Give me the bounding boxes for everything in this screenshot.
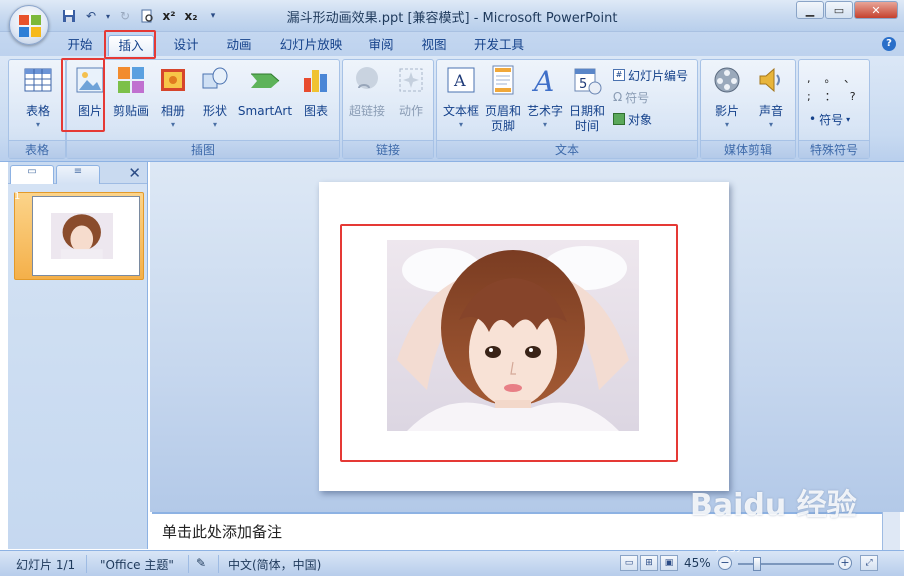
speaker-icon <box>759 67 780 93</box>
group-table: 表格 ▾ 表格 <box>8 59 66 159</box>
tab-review[interactable]: 审阅 <box>361 35 401 56</box>
baidu-watermark: Baidu 经验 <box>690 488 857 523</box>
textbox-button[interactable]: A 文本框 ▾ <box>441 64 481 131</box>
hyperlink-icon <box>356 67 378 89</box>
inserted-photo[interactable] <box>387 240 639 431</box>
object-button[interactable]: 对象 <box>613 110 652 128</box>
slide-number-button[interactable]: # 幻灯片编号 <box>613 66 688 84</box>
film-reel-icon <box>714 67 740 93</box>
wordart-icon: A <box>531 65 554 98</box>
office-logo-icon <box>19 15 41 37</box>
chart-icon <box>304 70 327 92</box>
slide-canvas[interactable] <box>319 182 729 491</box>
picture-icon <box>76 67 104 93</box>
tab-view[interactable]: 视图 <box>414 35 454 56</box>
group-text-label: 文本 <box>437 140 697 158</box>
table-icon <box>24 68 52 92</box>
wordart-button[interactable]: A 艺术字 ▾ <box>525 64 565 131</box>
close-button[interactable]: ✕ <box>854 1 898 19</box>
slides-tab[interactable]: ▭ <box>10 165 54 184</box>
smartart-icon <box>251 73 280 88</box>
zoom-in-button[interactable]: + <box>838 556 852 570</box>
window-title: 漏斗形动画效果.ppt [兼容模式] - Microsoft PowerPoin… <box>286 11 618 26</box>
symbol-dot-icon: • <box>809 112 817 126</box>
calendar-icon: 5 <box>574 68 602 95</box>
spellcheck-icon[interactable]: ✎ <box>196 556 206 570</box>
smartart-button[interactable]: SmartArt <box>237 64 293 119</box>
close-pane-icon[interactable]: ✕ <box>128 164 141 182</box>
sound-button[interactable]: 声音 ▾ <box>751 64 791 131</box>
action-icon <box>399 68 423 92</box>
slide-thumbnail[interactable]: 1 <box>14 191 144 280</box>
picture-button[interactable]: 图片 <box>71 64 109 119</box>
status-bar: 幻灯片 1/1 "Office 主题" ✎ 中文(简体，中国) ▭ ⊞ ▣ 45… <box>0 550 904 576</box>
zoom-out-button[interactable]: − <box>718 556 732 570</box>
group-special-symbols-label: 特殊符号 <box>799 140 869 158</box>
shapes-button[interactable]: 形状 ▾ <box>195 64 235 131</box>
group-table-label: 表格 <box>9 140 65 158</box>
slide-number-icon: # <box>613 69 625 81</box>
header-footer-icon <box>492 65 514 95</box>
help-icon[interactable]: ? <box>882 37 896 51</box>
zoom-slider-thumb[interactable] <box>752 557 761 571</box>
tab-design[interactable]: 设计 <box>166 35 206 56</box>
textbox-icon: A <box>447 67 475 93</box>
group-media-label: 媒体剪辑 <box>701 140 795 158</box>
action-button[interactable]: 动作 <box>391 64 431 119</box>
hyperlink-button[interactable]: 超链接 <box>345 64 389 119</box>
tab-insert[interactable]: 插入 <box>108 35 154 56</box>
movie-button[interactable]: 影片 ▾ <box>705 64 749 131</box>
restore-button[interactable]: ▭ <box>825 1 853 19</box>
group-illustrations-label: 插图 <box>67 140 339 158</box>
symbol-button[interactable]: Ω 符号 <box>613 88 649 106</box>
slide-thumbnail-canvas <box>32 196 140 276</box>
tab-home[interactable]: 开始 <box>60 35 100 56</box>
tab-developer[interactable]: 开发工具 <box>468 35 530 56</box>
group-links-label: 链接 <box>343 140 433 158</box>
outline-tab[interactable]: ≡ <box>56 165 100 184</box>
album-button[interactable]: 相册 ▾ <box>155 64 191 131</box>
svg-text:5: 5 <box>579 77 587 92</box>
slide-count-status: 幻灯片 1/1 <box>16 558 76 572</box>
zoom-level[interactable]: 45% <box>684 556 711 570</box>
special-symbol-button[interactable]: • 符号 ▾ <box>809 110 850 128</box>
theme-status: "Office 主题" <box>100 558 174 572</box>
clipart-button[interactable]: 剪贴画 <box>111 64 151 119</box>
normal-view-button[interactable]: ▭ <box>620 555 638 571</box>
group-illustrations: 图片 剪贴画 相册 ▾ 形状 ▾ SmartArt 图表 插图 <box>66 59 340 159</box>
group-special-symbols: ,。、;：? • 符号 ▾ 特殊符号 <box>798 59 870 159</box>
notes-scrollbar[interactable] <box>882 512 900 550</box>
tab-animations[interactable]: 动画 <box>219 35 259 56</box>
photo-album-icon <box>161 69 185 91</box>
slide-sorter-view-button[interactable]: ⊞ <box>640 555 658 571</box>
svg-text:A: A <box>531 65 554 96</box>
title-bar: ↶ ▾ ↻ x² x₂ ▾ 漏斗形动画效果.ppt [兼容模式] - Micro… <box>0 0 904 32</box>
ribbon-tabs: 开始 插入 设计 动画 幻灯片放映 审阅 视图 开发工具 ? <box>0 32 904 56</box>
header-footer-button[interactable]: 页眉和 页脚 <box>483 64 523 134</box>
tab-slideshow[interactable]: 幻灯片放映 <box>273 35 349 56</box>
ribbon: 表格 ▾ 表格 图片 剪贴画 相册 ▾ 形状 ▾ SmartArt 图表 插图 … <box>0 56 904 162</box>
slideshow-view-button[interactable]: ▣ <box>660 555 678 571</box>
thumbnail-photo <box>51 213 113 259</box>
slide-editing-area <box>150 162 904 512</box>
language-status[interactable]: 中文(简体，中国) <box>228 556 321 573</box>
group-media: 影片 ▾ 声音 ▾ 媒体剪辑 <box>700 59 796 159</box>
fit-to-window-button[interactable]: ⤢ <box>860 555 878 571</box>
group-links: 超链接 动作 链接 <box>342 59 434 159</box>
table-button[interactable]: 表格 ▾ <box>19 64 57 131</box>
slide-thumbnail-number: 1 <box>14 191 21 202</box>
office-button[interactable] <box>9 5 49 45</box>
svg-text:A: A <box>453 71 466 90</box>
shapes-icon <box>202 67 228 89</box>
minimize-button[interactable]: ▁ <box>796 1 824 19</box>
group-text: A 文本框 ▾ 页眉和 页脚 A 艺术字 ▾ 5 日期和 时间 # 幻灯片编号 … <box>436 59 698 159</box>
object-icon <box>613 113 625 125</box>
omega-icon: Ω <box>613 90 623 104</box>
punctuation-grid[interactable]: ,。、;：? <box>807 70 867 106</box>
clipart-icon <box>118 67 144 93</box>
chart-button[interactable]: 图表 <box>297 64 335 119</box>
baidu-watermark-url: jingyan.baidu.com <box>716 540 818 553</box>
slides-pane: ▭ ≡ ✕ 1 <box>8 162 148 549</box>
datetime-button[interactable]: 5 日期和 时间 <box>567 64 607 134</box>
